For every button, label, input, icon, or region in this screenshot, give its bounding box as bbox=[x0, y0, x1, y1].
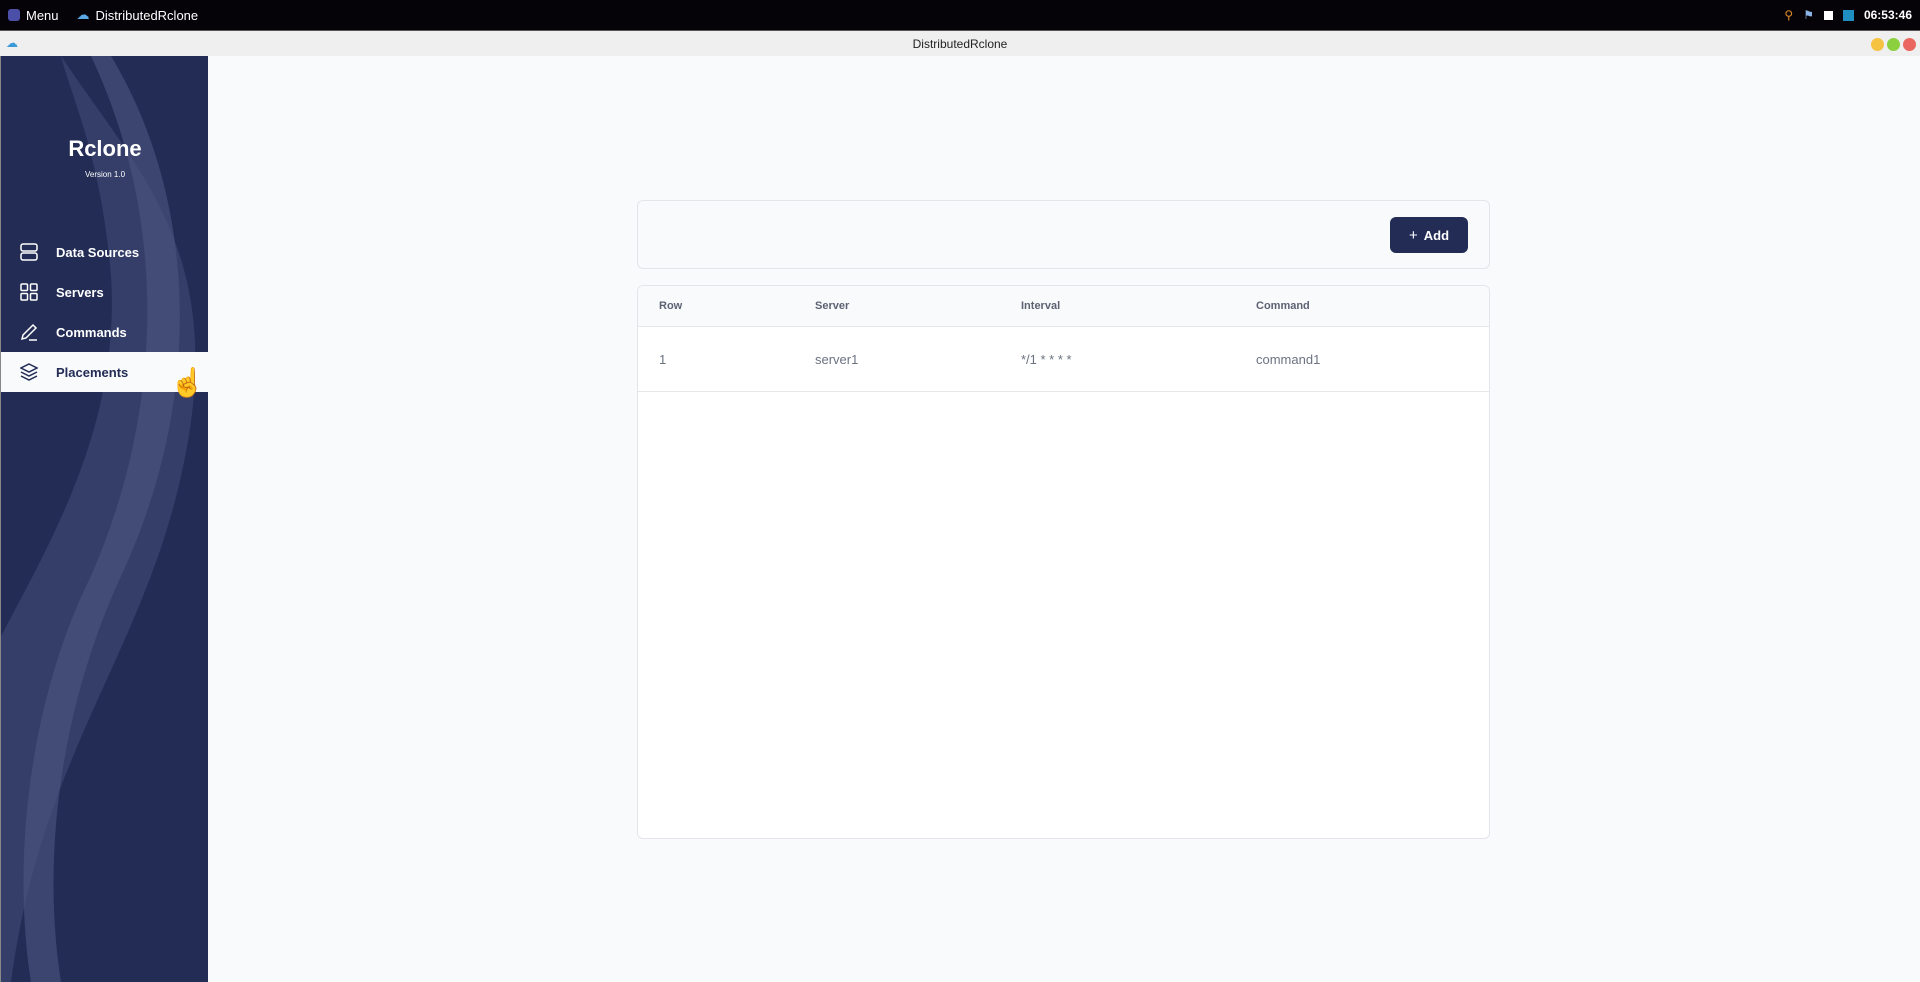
table-row[interactable]: 1 server1 */1 * * * * command1 bbox=[638, 327, 1489, 392]
app-icon: ☁ bbox=[6, 36, 18, 50]
hand-cursor-icon: ☝ bbox=[170, 367, 205, 398]
flag-icon[interactable]: ⚑ bbox=[1803, 8, 1814, 22]
table-header: Row Server Interval Command bbox=[638, 286, 1489, 327]
rclone-icon: ☁ bbox=[76, 7, 90, 22]
add-button[interactable]: + Add bbox=[1390, 217, 1468, 253]
column-header-command: Command bbox=[1256, 300, 1310, 312]
add-button-label: Add bbox=[1423, 227, 1450, 243]
minimize-button[interactable] bbox=[1871, 38, 1884, 51]
network-icon[interactable] bbox=[1823, 10, 1833, 20]
pencil-icon bbox=[19, 322, 39, 342]
plus-icon: + bbox=[1408, 226, 1418, 244]
cube-icon bbox=[8, 9, 20, 21]
sidebar-item-label: Placements bbox=[56, 364, 129, 380]
window-title: DistributedRclone bbox=[912, 36, 1008, 51]
sidebar-item-data-sources[interactable]: Data Sources bbox=[1, 232, 208, 272]
close-button[interactable] bbox=[1903, 38, 1916, 51]
column-header-interval: Interval bbox=[1021, 300, 1061, 312]
cell-row: 1 bbox=[659, 351, 667, 367]
grid-icon bbox=[19, 282, 39, 302]
taskbar-app[interactable]: ☁ DistributedRclone bbox=[77, 7, 199, 23]
main-content: + Add Row Server Interval Command 1 serve… bbox=[208, 56, 1920, 982]
version-label: Version 1.0 bbox=[84, 170, 126, 179]
cell-server: server1 bbox=[815, 351, 859, 367]
placements-table: Row Server Interval Command 1 server1 */… bbox=[637, 285, 1490, 839]
sidebar-item-label: Commands bbox=[56, 324, 127, 340]
column-header-server: Server bbox=[815, 300, 850, 312]
column-header-row: Row bbox=[659, 300, 683, 312]
cell-interval: */1 * * * * bbox=[1021, 351, 1072, 367]
window-titlebar: ☁ DistributedRclone bbox=[0, 30, 1920, 56]
system-menu-button[interactable]: Menu bbox=[8, 8, 59, 23]
brand-name: Rclone bbox=[68, 136, 142, 161]
maximize-button[interactable] bbox=[1887, 38, 1900, 51]
clock: 06:53:46 bbox=[1863, 8, 1912, 22]
system-tray: ⚲ ⚑ 06:53:46 bbox=[1784, 0, 1912, 30]
taskbar-app-label: DistributedRclone bbox=[95, 7, 199, 23]
system-menu-bar: Menu ☁ DistributedRclone ⚲ ⚑ 06:53:46 bbox=[0, 0, 1920, 30]
sidebar-item-label: Servers bbox=[56, 284, 104, 300]
sidebar: Rclone Version 1.0 Data Sources Servers … bbox=[0, 56, 208, 982]
search-icon[interactable]: ⚲ bbox=[1784, 8, 1793, 22]
apps-icon[interactable] bbox=[1842, 9, 1854, 21]
sidebar-item-commands[interactable]: Commands bbox=[1, 312, 208, 352]
cell-command: command1 bbox=[1256, 351, 1321, 367]
server-stack-icon bbox=[19, 242, 39, 262]
layers-icon bbox=[19, 362, 39, 382]
toolbar-card: + Add bbox=[637, 200, 1490, 269]
menu-label: Menu bbox=[26, 7, 59, 23]
sidebar-item-servers[interactable]: Servers bbox=[1, 272, 208, 312]
sidebar-item-label: Data Sources bbox=[56, 244, 140, 260]
wave-decoration bbox=[1, 56, 196, 982]
